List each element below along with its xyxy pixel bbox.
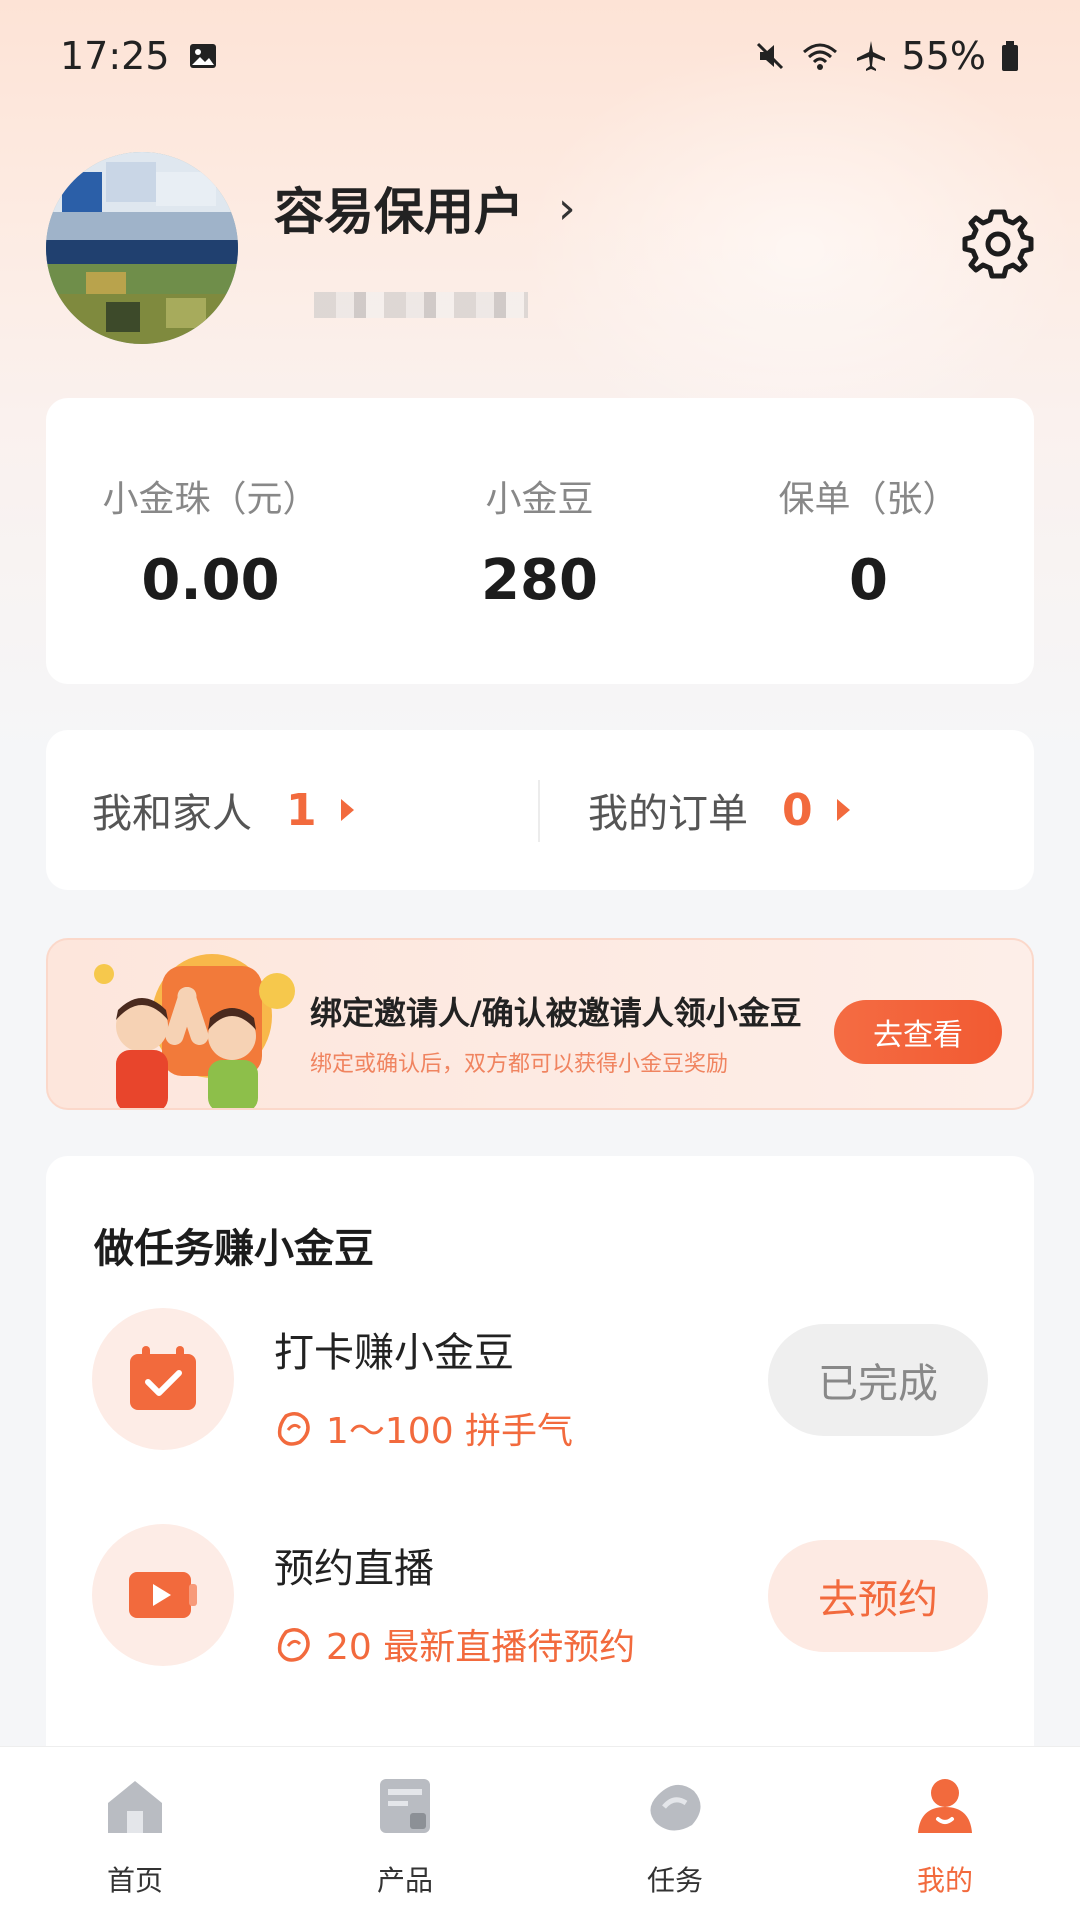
task-reward-text: 1～100 拼手气: [326, 1411, 574, 1452]
battery-percent: 55%: [901, 34, 986, 78]
task-completed-button[interactable]: 已完成: [768, 1324, 988, 1436]
stat-value: 0: [849, 548, 888, 613]
view-button[interactable]: 去查看: [834, 1000, 1002, 1064]
arrow-right-icon: [340, 799, 354, 821]
bean-icon: [277, 1628, 310, 1662]
profile-phone-masked: [314, 292, 528, 318]
reserve-button[interactable]: 去预约: [768, 1540, 988, 1652]
battery-icon: [1002, 41, 1018, 71]
stat-value: 280: [481, 548, 598, 613]
tab-label: 产品: [376, 1864, 433, 1897]
quick-links-card: 我和家人 1 我的订单 0: [46, 730, 1034, 890]
airplane-icon: [856, 41, 885, 71]
stat-value: 0.00: [141, 548, 280, 613]
task-item: 预约直播 20 最新直播待预约 去预约: [46, 1524, 1034, 1674]
stat-label: 小金豆: [485, 479, 594, 520]
mute-icon: [756, 42, 783, 70]
family-label: 我和家人: [92, 791, 252, 837]
task-icon-circle: [92, 1308, 234, 1450]
profile-name: 容易保用户: [274, 183, 524, 241]
family-count: 1: [286, 784, 317, 836]
assets-card: 小金珠（元） 0.00 小金豆 280 保单（张） 0: [46, 398, 1034, 684]
profile-name-row[interactable]: 容易保用户 ›: [274, 172, 576, 244]
avatar[interactable]: [46, 152, 238, 344]
arrow-right-icon: [836, 799, 850, 821]
stat-gold-pearl[interactable]: 小金珠（元） 0.00: [46, 398, 375, 684]
tasks-heading: 做任务赚小金豆: [94, 1226, 374, 1272]
tab-product[interactable]: 产品: [270, 1747, 540, 1920]
task-name: 打卡赚小金豆: [274, 1330, 514, 1376]
calendar-check-icon: [130, 1346, 196, 1410]
settings-gear-icon[interactable]: [960, 206, 1036, 282]
task-item: 打卡赚小金豆 1～100 拼手气 已完成: [46, 1308, 1034, 1458]
tasks-card: 做任务赚小金豆 打卡赚小金豆 1～100 拼手气 已完成 预约直播 20 最新直…: [46, 1156, 1034, 1776]
chevron-right-icon: ›: [558, 182, 576, 234]
tab-label: 任务: [646, 1864, 703, 1897]
tab-label: 我的: [916, 1864, 973, 1897]
tab-mine[interactable]: 我的: [810, 1747, 1080, 1920]
wifi-icon: [802, 43, 837, 70]
task-reward: 1～100 拼手气: [274, 1402, 573, 1454]
tab-home[interactable]: 首页: [0, 1747, 270, 1920]
invite-banner[interactable]: 绑定邀请人/确认被邀请人领小金豆 绑定或确认后，双方都可以获得小金豆奖励 去查看: [46, 938, 1034, 1110]
stat-label: 保单（张）: [778, 479, 959, 520]
tab-label: 首页: [106, 1864, 163, 1897]
stat-gold-bean[interactable]: 小金豆 280: [375, 398, 704, 684]
status-time: 17:25: [60, 34, 170, 78]
high-five-illustration: [94, 954, 295, 1108]
banner-subtitle: 绑定或确认后，双方都可以获得小金豆奖励: [310, 1052, 729, 1077]
orders-label: 我的订单: [588, 791, 748, 837]
video-play-icon: [129, 1572, 197, 1618]
orders-count: 0: [782, 784, 813, 836]
banner-title: 绑定邀请人/确认被邀请人领小金豆: [310, 994, 802, 1032]
task-name: 预约直播: [274, 1546, 434, 1592]
bottom-tab-bar: 首页 产品 任务 我的: [0, 1746, 1080, 1920]
orders-link[interactable]: 我的订单 0: [588, 730, 850, 890]
task-reward-text: 20 最新直播待预约: [326, 1627, 636, 1668]
image-icon: [189, 44, 216, 68]
stat-label: 小金珠（元）: [102, 479, 319, 520]
stat-policy[interactable]: 保单（张） 0: [704, 398, 1033, 684]
divider: [538, 780, 540, 842]
home-icon: [108, 1781, 162, 1833]
status-bar: 17:25 55%: [0, 0, 1080, 112]
task-reward: 20 最新直播待预约: [274, 1618, 635, 1670]
task-icon: [650, 1784, 701, 1831]
tab-task[interactable]: 任务: [540, 1747, 810, 1920]
family-link[interactable]: 我和家人 1: [92, 730, 354, 890]
product-icon: [380, 1779, 430, 1833]
bean-icon: [277, 1412, 310, 1446]
user-icon: [918, 1779, 972, 1833]
task-icon-circle: [92, 1524, 234, 1666]
